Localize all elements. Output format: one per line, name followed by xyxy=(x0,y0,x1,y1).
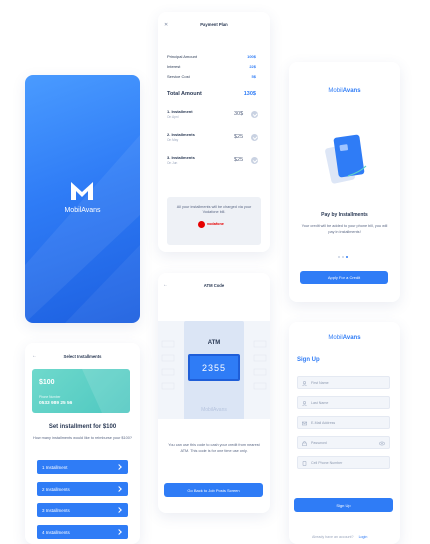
card-caption: Phone Number xyxy=(39,395,61,399)
installment-2-name: 2. Installments xyxy=(167,132,195,137)
installment-3-date: On Jun xyxy=(167,161,178,165)
billing-notice-box: All your installments will be charged vi… xyxy=(167,197,261,245)
phone-bill-illustration xyxy=(325,134,367,184)
splash-screen: MobilAvans xyxy=(25,75,140,323)
principal-label: Principal Amount xyxy=(167,54,198,59)
card-amount: $100 xyxy=(39,379,55,386)
atm-code-screen: ← ATM Code ATM 2355 MobilAvans You can u… xyxy=(158,273,270,513)
chevron-right-icon xyxy=(116,463,122,470)
atm-screen: 2355 xyxy=(188,354,240,381)
user-icon xyxy=(302,380,307,386)
installment-3-amount: $25 xyxy=(234,157,244,163)
login-prompt: Already have an account? Login xyxy=(312,535,368,539)
signup-button[interactable]: Sign Up xyxy=(294,498,393,512)
card-phone-number: 0533 989 25 56 xyxy=(39,401,73,406)
onboarding-text: Your credit will be added to your phone … xyxy=(301,224,388,234)
signup-heading: Sign Up xyxy=(297,357,320,363)
credit-card: $100 Phone Number 0533 989 25 56 xyxy=(32,369,130,413)
atm-info-text: You can use this code to cash your credi… xyxy=(168,443,260,453)
page-title: Payment Plan xyxy=(200,22,228,27)
principal-value: 100$ xyxy=(247,54,256,59)
check-icon xyxy=(251,111,258,118)
password-field[interactable]: Password xyxy=(297,436,390,449)
page-dot-active xyxy=(346,256,348,258)
installment-heading: Set installment for $100 xyxy=(48,424,117,430)
installment-1-name: 1. Installment xyxy=(167,109,193,114)
phone-icon xyxy=(302,460,307,466)
total-value: 130$ xyxy=(243,91,256,97)
mail-icon xyxy=(302,421,308,426)
splash-brand-name: MobilAvans xyxy=(64,207,101,214)
eye-icon[interactable] xyxy=(379,441,385,447)
service-cost-label: Service Cost xyxy=(167,74,190,79)
option-3-installments[interactable]: 3 Installments xyxy=(37,503,128,517)
option-1-installment[interactable]: 1 Installment xyxy=(37,460,128,474)
installment-3-name: 3. Installments xyxy=(167,155,195,160)
atm-label: ATM xyxy=(207,340,221,346)
installment-2-date: On May xyxy=(167,138,179,142)
card-pattern xyxy=(82,369,130,413)
brand-logo: MobilAvans xyxy=(328,335,361,341)
service-cost-value: 5$ xyxy=(251,74,256,79)
atm-code-value: 2355 xyxy=(201,363,227,373)
check-icon xyxy=(251,157,258,164)
payment-plan-screen: ✕ Payment Plan Principal Amount 100$ Int… xyxy=(158,12,270,252)
vodafone-logo-icon xyxy=(198,221,205,228)
option-2-installments[interactable]: 2 Installments xyxy=(37,482,128,496)
brand-logo: MobilAvans xyxy=(328,88,361,94)
first-name-field[interactable]: First Name xyxy=(297,376,390,389)
last-name-field[interactable]: Last Name xyxy=(297,396,390,409)
total-label: Total Amount xyxy=(167,91,202,97)
phone-field[interactable]: Cell Phone Number xyxy=(297,456,390,469)
option-4-installments[interactable]: 4 Installments xyxy=(37,525,128,539)
billing-notice-text: All your installments will be charged vi… xyxy=(176,205,252,215)
login-link[interactable]: Login xyxy=(359,535,368,539)
apply-credit-button[interactable]: Apply For a Credit xyxy=(300,271,388,284)
interest-label: Interest xyxy=(167,64,181,69)
installment-2-amount: $25 xyxy=(234,134,244,140)
chevron-right-icon xyxy=(116,528,122,535)
installment-1-amount: 30$ xyxy=(234,111,244,117)
onboarding-screen: MobilAvans Pay by Installments Your cred… xyxy=(289,62,400,302)
page-title: ATM Code xyxy=(203,283,225,288)
page-dot xyxy=(338,256,340,258)
lock-icon xyxy=(302,440,307,446)
installment-1-date: On Aprıl xyxy=(167,115,179,119)
chevron-right-icon xyxy=(116,506,122,513)
mobilavans-logo-icon xyxy=(71,182,93,200)
page-title: Select Installments xyxy=(63,354,102,359)
go-back-button[interactable]: Go Back to Job Posts Screen xyxy=(164,483,263,497)
onboarding-heading: Pay by Installments xyxy=(321,212,368,218)
atm-watermark: MobilAvans xyxy=(201,407,227,413)
carrier-name: vodafone xyxy=(207,222,224,226)
interest-value: 22$ xyxy=(249,64,256,69)
chevron-right-icon xyxy=(116,485,122,492)
installment-question: How many installments would like to reim… xyxy=(33,436,132,440)
check-icon xyxy=(251,134,258,141)
user-icon xyxy=(302,400,307,406)
page-indicator xyxy=(338,256,348,258)
email-field[interactable]: E-Mail Address xyxy=(297,416,390,429)
page-dot xyxy=(342,256,344,258)
